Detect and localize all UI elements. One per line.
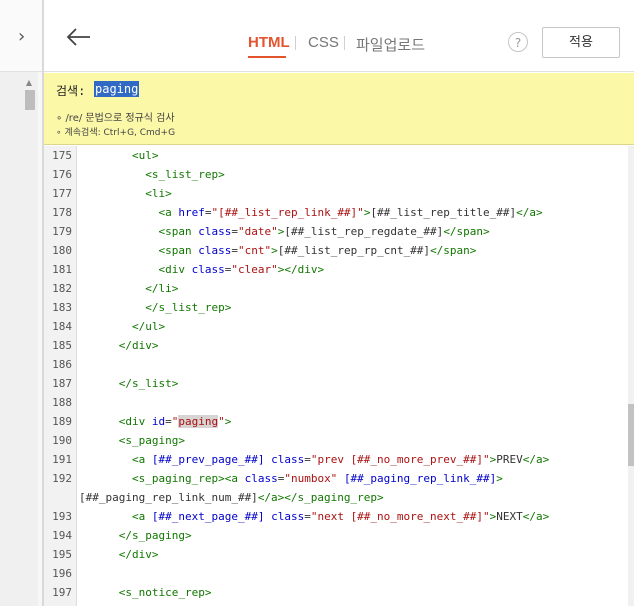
- code-text: <a href="[##_list_rep_link_##]">[##_list…: [158, 206, 543, 219]
- line-number: 182: [52, 282, 72, 295]
- code-text: <a [##_next_page_##] class="next [##_no_…: [131, 510, 550, 523]
- code-line[interactable]: 176 <s_list_rep>: [44, 165, 634, 184]
- code-text: </div>: [118, 339, 159, 352]
- line-number: 176: [52, 168, 72, 181]
- code-text: <ul>: [131, 149, 159, 162]
- line-number: 185: [52, 339, 72, 352]
- line-number: 186: [52, 358, 72, 371]
- line-number: 184: [52, 320, 72, 333]
- code-line[interactable]: 197 <s_notice_rep>: [44, 583, 634, 602]
- tab-css[interactable]: CSS: [308, 34, 339, 51]
- code-line[interactable]: 195 </div>: [44, 545, 634, 564]
- line-number: 189: [52, 415, 72, 428]
- editor-header: HTML CSS 파일업로드 ? 적용: [44, 0, 634, 72]
- search-tip-regex: ∘ /re/ 문법으로 정규식 검사: [56, 113, 175, 124]
- code-line[interactable]: 178 <a href="[##_list_rep_link_##]">[##_…: [44, 203, 634, 222]
- code-text: </li>: [145, 282, 179, 295]
- code-editor[interactable]: 175 <ul> 176 <s_list_rep> 177 <li> 178 <a h…: [44, 146, 634, 606]
- code-line[interactable]: 180 <span class="cnt">[##_list_rep_rp_cn…: [44, 241, 634, 260]
- scroll-up-icon[interactable]: ▲: [24, 78, 34, 88]
- line-number: 179: [52, 225, 72, 238]
- code-line[interactable]: 179 <span class="date">[##_list_rep_regd…: [44, 222, 634, 241]
- line-number: 195: [52, 548, 72, 561]
- left-panel-header: ›: [0, 0, 44, 72]
- search-panel: 검색: paging ∘ /re/ 문법으로 정규식 검사 ∘ 계속검색: Ct…: [44, 73, 634, 145]
- code-line[interactable]: 184 </ul>: [44, 317, 634, 336]
- line-number: 192: [52, 472, 72, 485]
- code-text: </s_list_rep>: [145, 301, 232, 314]
- line-number: 180: [52, 244, 72, 257]
- code-text: </div>: [118, 548, 159, 561]
- code-line[interactable]: 186: [44, 355, 634, 374]
- line-number: 178: [52, 206, 72, 219]
- line-number: 190: [52, 434, 72, 447]
- apply-button[interactable]: 적용: [542, 27, 620, 58]
- editor-scrollbar[interactable]: [628, 146, 634, 606]
- line-number: 188: [52, 396, 72, 409]
- line-number: 187: [52, 377, 72, 390]
- search-label: 검색:: [56, 84, 86, 98]
- code-text: </s_list>: [118, 377, 179, 390]
- code-line[interactable]: 191 <a [##_prev_page_##] class="prev [##…: [44, 450, 634, 469]
- code-line[interactable]: 181 <div class="clear"></div>: [44, 260, 634, 279]
- code-text: <li>: [145, 187, 172, 200]
- code-text: <s_notice_rep>: [118, 586, 212, 599]
- line-number: 196: [52, 567, 72, 580]
- tab-html[interactable]: HTML: [248, 34, 290, 51]
- line-number: 197: [52, 586, 72, 599]
- line-number: 194: [52, 529, 72, 542]
- code-text: [##_paging_rep_link_num_##]</a></s_pagin…: [79, 491, 384, 504]
- left-panel-body: [0, 72, 38, 606]
- code-text: <span class="date">[##_list_rep_regdate_…: [158, 225, 490, 238]
- active-tab-indicator: [248, 56, 286, 58]
- line-number: 193: [52, 510, 72, 523]
- tab-file-upload[interactable]: 파일업로드: [356, 34, 425, 55]
- search-input[interactable]: paging: [94, 81, 140, 97]
- code-line[interactable]: 193 <a [##_next_page_##] class="next [##…: [44, 507, 634, 526]
- line-number: 183: [52, 301, 72, 314]
- line-number: 175: [52, 149, 72, 162]
- tab-separator: [295, 36, 296, 50]
- code-line[interactable]: 189 <div id="paging">: [44, 412, 634, 431]
- left-scrollbar-thumb[interactable]: [25, 90, 35, 110]
- code-line[interactable]: 192 <s_paging_rep><a class="numbox" [##_…: [44, 469, 634, 488]
- code-line[interactable]: [##_paging_rep_link_num_##]</a></s_pagin…: [44, 488, 634, 507]
- left-panel: › ▲: [0, 0, 44, 606]
- line-number: 177: [52, 187, 72, 200]
- code-line[interactable]: 175 <ul>: [44, 146, 634, 165]
- code-text: <div id="paging">: [118, 415, 232, 428]
- search-tip-shortcut: ∘ 계속검색: Ctrl+G, Cmd+G: [56, 128, 176, 138]
- line-number: 191: [52, 453, 72, 466]
- code-line[interactable]: 196: [44, 564, 634, 583]
- code-line[interactable]: 177 <li>: [44, 184, 634, 203]
- code-line[interactable]: 182 </li>: [44, 279, 634, 298]
- back-arrow-icon[interactable]: [64, 26, 92, 48]
- code-line[interactable]: 190 <s_paging>: [44, 431, 634, 450]
- chevron-right-icon[interactable]: ›: [18, 26, 40, 48]
- code-line[interactable]: 194 </s_paging>: [44, 526, 634, 545]
- editor-scrollbar-thumb[interactable]: [628, 404, 634, 466]
- code-text: </ul>: [131, 320, 166, 333]
- code-text: <span class="cnt">[##_list_rep_rp_cnt_##…: [158, 244, 477, 257]
- code-text: <div class="clear"></div>: [158, 263, 325, 276]
- code-line[interactable]: 183 </s_list_rep>: [44, 298, 634, 317]
- code-text: <s_list_rep>: [145, 168, 225, 181]
- code-text: <a [##_prev_page_##] class="prev [##_no_…: [131, 453, 550, 466]
- code-line[interactable]: 185 </div>: [44, 336, 634, 355]
- code-line[interactable]: 187 </s_list>: [44, 374, 634, 393]
- help-button[interactable]: ?: [508, 32, 528, 52]
- code-text: </s_paging>: [118, 529, 192, 542]
- code-text: <s_paging_rep><a class="numbox" [##_pagi…: [131, 472, 503, 485]
- code-text: <s_paging>: [118, 434, 185, 447]
- line-number: 181: [52, 263, 72, 276]
- tab-separator: [344, 36, 345, 50]
- code-line[interactable]: 188: [44, 393, 634, 412]
